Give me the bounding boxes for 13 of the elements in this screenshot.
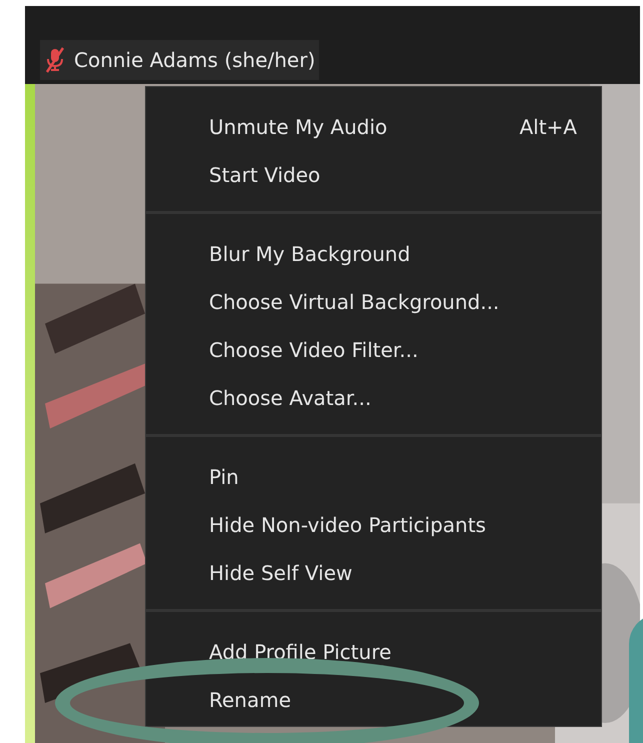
menu-item[interactable]: Hide Self View [209,561,352,585]
menu-item[interactable]: Unmute My Audio [209,115,388,139]
menu-item[interactable]: Choose Avatar... [209,386,372,410]
participant-name-label: Connie Adams (she/her) [40,40,320,80]
menu-item[interactable]: Rename [209,688,292,712]
menu-item[interactable]: Choose Video Filter... [209,338,418,362]
menu-item[interactable]: Blur My Background [209,242,410,266]
menu-item[interactable]: Add Profile Picture [209,640,392,664]
menu-item[interactable]: Choose Virtual Background... [209,290,500,314]
menu-item[interactable]: Pin [209,465,239,489]
menu-item[interactable]: Start Video [209,163,320,187]
shortcut-label: Alt+A [519,114,577,141]
menu-item[interactable]: Hide Non-video Participants [209,513,486,537]
